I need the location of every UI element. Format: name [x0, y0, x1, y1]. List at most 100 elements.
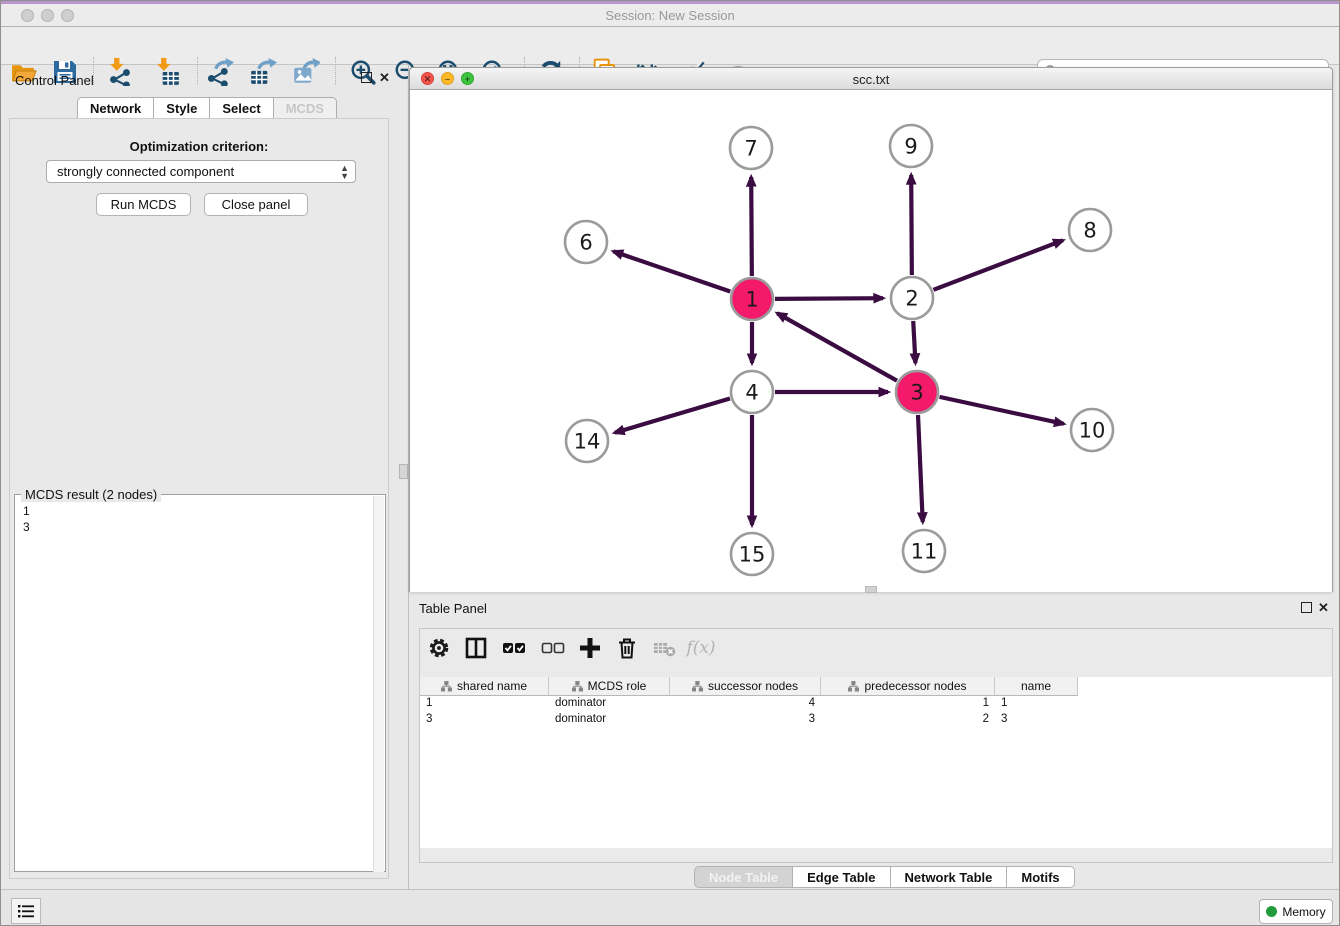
- horizontal-divider-handle[interactable]: [865, 586, 877, 593]
- edge-2-3[interactable]: [913, 321, 915, 363]
- graph-node-10[interactable]: 10: [1071, 409, 1113, 451]
- column-header-predecessor-nodes[interactable]: predecessor nodes: [821, 677, 995, 696]
- column-label: name: [1021, 679, 1051, 693]
- criterion-dropdown[interactable]: strongly connected component ▲▼: [46, 160, 356, 183]
- table-cell[interactable]: 1: [995, 696, 1078, 712]
- edge-2-8[interactable]: [933, 240, 1062, 289]
- table-cell[interactable]: dominator: [549, 696, 670, 712]
- tab-style[interactable]: Style: [153, 97, 209, 119]
- node-label: 4: [745, 381, 758, 405]
- unchecked-boxes-icon[interactable]: [538, 633, 568, 663]
- close-panel-icon[interactable]: ✕: [379, 70, 390, 86]
- node-label: 9: [904, 135, 917, 159]
- graph-node-6[interactable]: 6: [565, 221, 607, 263]
- checked-boxes-icon[interactable]: [499, 633, 529, 663]
- panel-divider-handle[interactable]: [399, 464, 408, 479]
- table-cell[interactable]: 1: [821, 696, 995, 712]
- window-titlebar: Session: New Session: [1, 1, 1339, 27]
- column-label: shared name: [457, 679, 527, 693]
- graph-node-9[interactable]: 9: [890, 125, 932, 167]
- column-label: MCDS role: [588, 679, 647, 693]
- column-header-shared-name[interactable]: shared name: [420, 677, 549, 696]
- tab-edge-table[interactable]: Edge Table: [792, 866, 889, 888]
- edge-3-1[interactable]: [777, 313, 897, 380]
- node-label: 15: [739, 543, 766, 567]
- graph-node-15[interactable]: 15: [731, 533, 773, 575]
- close-panel-button[interactable]: Close panel: [204, 193, 308, 216]
- graph-node-14[interactable]: 14: [566, 420, 608, 462]
- mcds-result-text: 1 3: [23, 503, 30, 535]
- fx-label: f(x): [686, 638, 715, 658]
- column-label: successor nodes: [708, 679, 798, 693]
- control-panel-tabs: NetworkStyleSelectMCDS: [77, 97, 337, 119]
- graph-node-11[interactable]: 11: [903, 530, 945, 572]
- run-mcds-button[interactable]: Run MCDS: [96, 193, 191, 216]
- close-table-panel-icon[interactable]: ✕: [1318, 600, 1329, 616]
- application-window: Session: New Session: [0, 0, 1340, 926]
- table-cell[interactable]: dominator: [549, 712, 670, 728]
- export-table-icon[interactable]: [247, 56, 279, 88]
- table-cell[interactable]: 1: [420, 696, 549, 712]
- node-label: 6: [579, 231, 592, 255]
- export-network-icon[interactable]: [204, 56, 236, 88]
- table-row[interactable]: 1dominator411: [420, 696, 1078, 712]
- tab-network-table[interactable]: Network Table: [890, 866, 1007, 888]
- column-label: predecessor nodes: [864, 679, 966, 693]
- network-view-title: scc.txt: [410, 72, 1332, 87]
- mcds-result-box: MCDS result (2 nodes) 1 3: [14, 494, 386, 872]
- edge-1-2[interactable]: [775, 298, 883, 299]
- memory-button[interactable]: Memory: [1259, 899, 1333, 924]
- status-bar: Memory: [1, 889, 1339, 926]
- table-row[interactable]: 3dominator323: [420, 712, 1078, 728]
- tab-node-table[interactable]: Node Table: [694, 866, 792, 888]
- import-network-icon[interactable]: [104, 56, 136, 88]
- graph-node-8[interactable]: 8: [1069, 209, 1111, 251]
- table-panel: f(x) shared name MCDS role successor nodes…: [419, 628, 1333, 863]
- edge-3-10[interactable]: [939, 397, 1063, 424]
- node-label: 14: [574, 430, 601, 454]
- edge-4-14[interactable]: [615, 399, 730, 433]
- node-label: 2: [905, 287, 918, 311]
- network-canvas[interactable]: 7 9 6 8 1 2 4 3 14 10 15 11: [410, 90, 1332, 592]
- export-image-icon[interactable]: [290, 56, 322, 88]
- tab-select[interactable]: Select: [209, 97, 272, 119]
- graph-node-2[interactable]: 2: [891, 277, 933, 319]
- add-plus-icon[interactable]: [575, 633, 605, 663]
- mcds-panel: Optimization criterion: strongly connect…: [9, 118, 389, 879]
- window-title: Session: New Session: [1, 8, 1339, 23]
- edge-3-11[interactable]: [918, 415, 923, 522]
- tab-mcds[interactable]: MCDS: [273, 97, 337, 119]
- settings-gear-icon[interactable]: [424, 633, 454, 663]
- graph-node-3[interactable]: 3: [896, 371, 938, 413]
- function-fx-icon: f(x): [686, 633, 716, 663]
- trash-icon[interactable]: [612, 633, 642, 663]
- edge-1-6[interactable]: [613, 251, 730, 291]
- import-table-icon[interactable]: [151, 56, 183, 88]
- task-list-button[interactable]: [11, 898, 41, 924]
- graph-node-7[interactable]: 7: [730, 127, 772, 169]
- float-table-panel-icon[interactable]: [1301, 602, 1312, 613]
- result-scrollbar[interactable]: [373, 496, 384, 872]
- toggle-columns-icon[interactable]: [461, 633, 491, 663]
- column-header-name[interactable]: name: [995, 677, 1078, 696]
- table-cell[interactable]: 4: [670, 696, 821, 712]
- float-panel-icon[interactable]: [361, 72, 372, 83]
- memory-status-icon: [1266, 906, 1277, 917]
- tab-network[interactable]: Network: [77, 97, 153, 119]
- table-cell[interactable]: 3: [995, 712, 1078, 728]
- node-label: 10: [1079, 419, 1106, 443]
- edge-1-7[interactable]: [751, 177, 752, 276]
- graph-node-4[interactable]: 4: [731, 371, 773, 413]
- table-cell[interactable]: 2: [821, 712, 995, 728]
- column-header-successor-nodes[interactable]: successor nodes: [670, 677, 821, 696]
- node-label: 8: [1083, 219, 1096, 243]
- table-cell[interactable]: 3: [670, 712, 821, 728]
- column-header-MCDS-role[interactable]: MCDS role: [549, 677, 670, 696]
- tab-motifs[interactable]: Motifs: [1006, 866, 1074, 888]
- table-cell[interactable]: 3: [420, 712, 549, 728]
- mcds-result-legend: MCDS result (2 nodes): [21, 487, 161, 502]
- control-panel-title: Control Panel: [15, 73, 94, 88]
- edge-2-9[interactable]: [911, 175, 912, 275]
- network-window-titlebar[interactable]: ✕ – + scc.txt: [410, 68, 1332, 90]
- graph-node-1[interactable]: 1: [731, 278, 773, 320]
